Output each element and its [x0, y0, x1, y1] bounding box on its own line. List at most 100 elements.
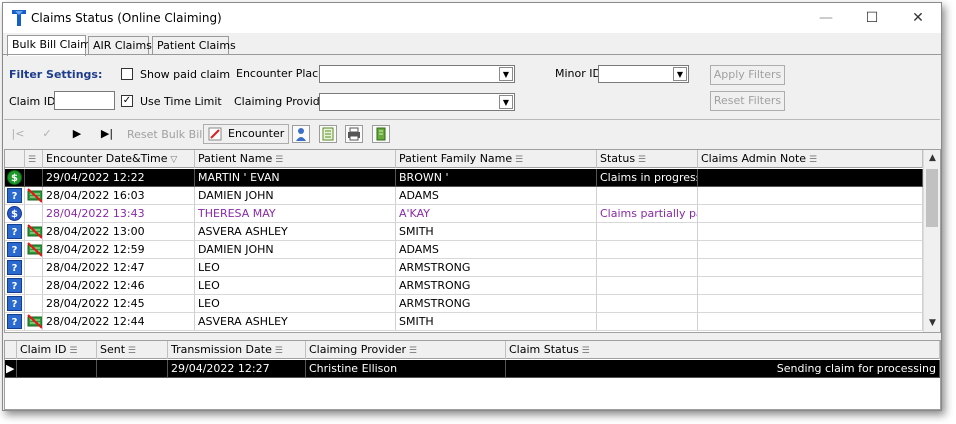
header-status-icon[interactable] [5, 150, 25, 168]
filter-icon[interactable]: ▽ [168, 155, 177, 165]
vertical-scrollbar[interactable]: ▲ ▼ [923, 150, 940, 332]
header-patient-name[interactable]: Patient Name ☰ [195, 150, 396, 168]
encounter-place-select[interactable]: ▼ [319, 65, 515, 83]
cell-status: Claims in progress [597, 169, 698, 187]
scroll-down-icon[interactable]: ▼ [924, 315, 940, 332]
header-patient-family-name[interactable]: Patient Family Name ☰ [396, 150, 597, 168]
filter-icon[interactable]: ☰ [272, 155, 283, 165]
cell-claim-status: Sending claim for processing [506, 360, 940, 378]
cancelled-card-icon [27, 242, 42, 257]
filter-icon[interactable]: ☰ [28, 155, 36, 165]
filter-icon[interactable]: ☰ [635, 155, 646, 165]
cell-status [597, 187, 698, 205]
maximize-button[interactable]: ☐ [849, 3, 895, 33]
cell-claims-admin-note [698, 187, 923, 205]
table-row[interactable]: ? 28/04/2022 12:45 LEO ARMSTRONG [5, 295, 923, 313]
header-sent[interactable]: Sent ☰ [97, 341, 168, 359]
header-claiming-provider-label: Claiming Provider [309, 343, 407, 356]
card-icon[interactable] [372, 125, 390, 143]
header-encounter-datetime[interactable]: Encounter Date&Time ▽ [43, 150, 195, 168]
cell-flag [25, 205, 43, 223]
table-row[interactable]: ? 28/04/2022 12:44 ASVERA ASHLEY SMITH [5, 313, 923, 331]
table-row[interactable]: ? 28/04/2022 13:00 ASVERA ASHLEY SMITH [5, 223, 923, 241]
close-button[interactable]: ✕ [895, 3, 941, 33]
header-status[interactable]: Status ☰ [597, 150, 698, 168]
header-transmission-date[interactable]: Transmission Date ☰ [168, 341, 306, 359]
filter-icon[interactable]: ☰ [66, 346, 77, 356]
claim-details-header: Claim ID ☰ Sent ☰ Transmission Date ☰ Cl… [5, 341, 940, 359]
question-icon: ? [7, 296, 22, 311]
cell-patient-name: LEO [195, 295, 396, 313]
claims-grid-header: ☰ Encounter Date&Time ▽ Patient Name ☰ P… [5, 150, 923, 168]
filter-icon[interactable]: ☰ [806, 155, 817, 165]
reset-filters-button[interactable]: Reset Filters [710, 91, 785, 111]
first-record-icon[interactable]: |< [9, 125, 27, 143]
chevron-down-icon[interactable]: ▼ [499, 95, 513, 109]
table-row[interactable]: ? 28/04/2022 12:47 LEO ARMSTRONG [5, 259, 923, 277]
use-time-limit-checkbox[interactable]: ✓ [121, 95, 133, 107]
table-row[interactable]: ? 28/04/2022 12:46 LEO ARMSTRONG [5, 277, 923, 295]
cell-transmission-date: 29/04/2022 12:27 [168, 360, 306, 378]
cell-patient-name: DAMIEN JOHN [195, 241, 396, 259]
encounter-button[interactable]: Encounter [203, 124, 289, 144]
tab-patient-claims[interactable]: Patient Claims [152, 36, 236, 55]
table-row[interactable]: ? 28/04/2022 12:59 DAMIEN JOHN ADAMS [5, 241, 923, 259]
cell-claiming-provider: Christine Ellison [306, 360, 506, 378]
chevron-down-icon[interactable]: ▼ [673, 67, 687, 81]
check-icon[interactable]: ✓ [38, 125, 56, 143]
row-pointer-icon: ▶ [5, 360, 17, 378]
last-record-icon[interactable]: ▶| [98, 125, 116, 143]
question-icon: ? [7, 314, 22, 329]
cell-status-icon: $ [5, 169, 25, 187]
question-icon: ? [7, 188, 22, 203]
cell-status [597, 277, 698, 295]
list-icon[interactable] [319, 125, 337, 143]
cell-status [597, 241, 698, 259]
print-icon[interactable] [345, 125, 363, 143]
tab-air-claims[interactable]: AIR Claims [88, 36, 152, 55]
cancelled-card-icon [27, 314, 42, 329]
header-flag[interactable]: ☰ [25, 150, 43, 168]
scroll-up-icon[interactable]: ▲ [924, 150, 940, 167]
show-paid-claim-checkbox[interactable] [121, 68, 133, 80]
scroll-thumb[interactable] [926, 169, 938, 227]
telstra-logo-icon [12, 10, 26, 26]
table-row[interactable]: $28/04/2022 13:43 THERESA MAY A'KAY Claims … [5, 205, 923, 223]
chevron-down-icon[interactable]: ▼ [499, 67, 513, 81]
filter-icon[interactable]: ☰ [125, 346, 136, 356]
claims-grid[interactable]: ☰ Encounter Date&Time ▽ Patient Name ☰ P… [4, 149, 941, 333]
filter-icon[interactable]: ☰ [512, 155, 523, 165]
filter-icon[interactable]: ☰ [272, 346, 283, 356]
cell-claims-admin-note [698, 223, 923, 241]
table-row[interactable]: ? 28/04/2022 16:03 DAMIEN JOHN ADAMS [5, 187, 923, 205]
cell-patient-name: DAMIEN JOHN [195, 187, 396, 205]
header-patient-name-label: Patient Name [198, 152, 273, 165]
header-claims-admin-note[interactable]: Claims Admin Note ☰ [698, 150, 923, 168]
person-icon[interactable] [292, 125, 310, 143]
header-status-label: Status [600, 152, 636, 165]
minimize-button[interactable]: — [803, 3, 849, 33]
filter-icon[interactable]: ☰ [579, 346, 590, 356]
header-claiming-provider[interactable]: Claiming Provider ☰ [306, 341, 506, 359]
cell-claim-id [17, 360, 97, 378]
claim-id-input[interactable] [54, 91, 115, 110]
header-claim-id[interactable]: Claim ID ☰ [17, 341, 97, 359]
apply-filters-button[interactable]: Apply Filters [710, 65, 785, 85]
use-time-limit-label: Use Time Limit [140, 95, 222, 108]
cell-claims-admin-note [698, 241, 923, 259]
table-row[interactable]: $29/04/2022 12:22 MARTIN ' EVAN BROWN ' Cla… [5, 169, 923, 187]
cell-patient-name: MARTIN ' EVAN [195, 169, 396, 187]
cell-patient-name: ASVERA ASHLEY [195, 313, 396, 331]
header-claim-status[interactable]: Claim Status ☰ [506, 341, 940, 359]
filter-icon[interactable]: ☰ [406, 346, 417, 356]
header-claim-status-label: Claim Status [509, 343, 579, 356]
claim-details-grid[interactable]: Claim ID ☰ Sent ☰ Transmission Date ☰ Cl… [4, 340, 941, 410]
reset-bulk-bill-button[interactable]: Reset Bulk Bill [127, 128, 205, 141]
claiming-provider-select[interactable]: ▼ [319, 93, 515, 111]
tab-bulk-bill-claims[interactable]: Bulk Bill Claims [7, 35, 97, 56]
claim-detail-row[interactable]: ▶ 29/04/2022 12:27 Christine Ellison Sen… [5, 360, 940, 378]
cancelled-card-icon [27, 224, 42, 239]
play-icon[interactable]: ▶ [68, 125, 86, 143]
cell-flag [25, 223, 43, 241]
minor-id-select[interactable]: ▼ [598, 65, 689, 83]
